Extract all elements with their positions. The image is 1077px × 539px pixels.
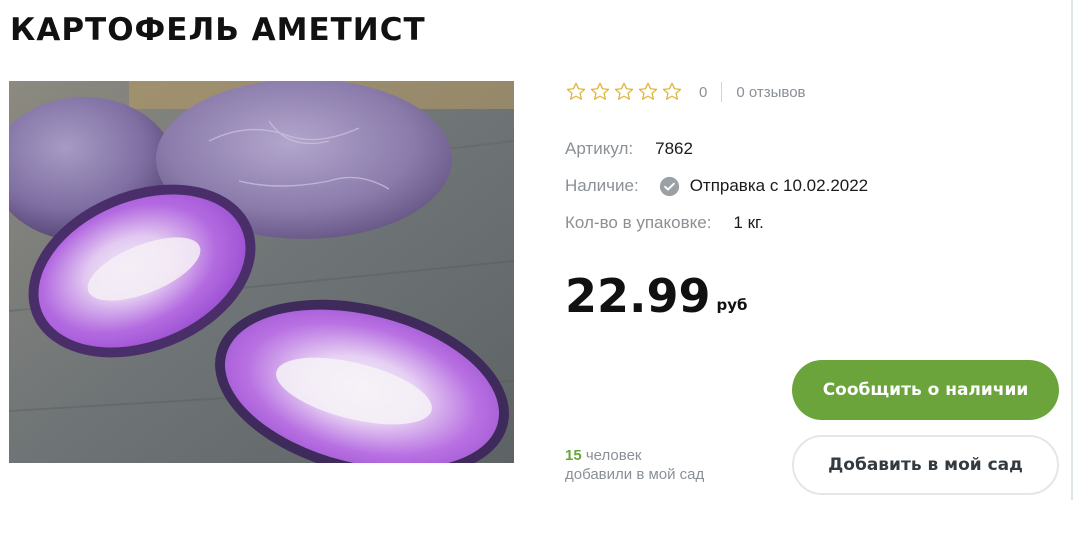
product-image[interactable]	[9, 81, 514, 463]
pack-row: Кол-во в упаковке: 1 кг.	[565, 211, 764, 235]
price-value: 22.99	[565, 269, 711, 323]
stock-label: Наличие:	[565, 176, 639, 195]
pack-value: 1 кг.	[733, 213, 764, 232]
product-page: КАРТОФЕЛЬ АМЕТИСТ 0 0 отзывов Артикул: 7…	[0, 0, 1077, 539]
reviews-link[interactable]: 0 отзывов	[736, 84, 805, 101]
scrollbar-edge	[1071, 0, 1073, 500]
sku-label: Артикул:	[565, 139, 634, 158]
stock-row: Наличие: Отправка с 10.02.2022	[565, 174, 868, 198]
star-outline-icon[interactable]	[613, 81, 635, 103]
rating-divider	[721, 82, 723, 102]
price-currency: руб	[716, 296, 748, 314]
pack-label: Кол-во в упаковке:	[565, 213, 712, 232]
sku-value: 7862	[655, 139, 693, 158]
star-rating[interactable]	[565, 81, 683, 103]
check-circle-icon	[659, 176, 679, 196]
garden-count-suffix: человек	[581, 447, 642, 464]
star-outline-icon[interactable]	[661, 81, 683, 103]
star-outline-icon[interactable]	[589, 81, 611, 103]
garden-count-caption: добавили в мой сад	[565, 466, 705, 483]
notify-availability-button[interactable]: Сообщить о наличии	[792, 360, 1059, 420]
product-title: КАРТОФЕЛЬ АМЕТИСТ	[10, 12, 426, 48]
rating-count: 0	[699, 83, 708, 101]
price-block: 22.99 руб	[565, 268, 748, 324]
stock-value: Отправка с 10.02.2022	[689, 176, 869, 195]
star-outline-icon[interactable]	[637, 81, 659, 103]
star-outline-icon[interactable]	[565, 81, 587, 103]
sku-row: Артикул: 7862	[565, 137, 693, 161]
add-to-garden-button[interactable]: Добавить в мой сад	[792, 435, 1059, 495]
garden-counter: 15 человек добавили в мой сад	[565, 446, 704, 484]
garden-count: 15	[565, 447, 582, 464]
potato-photo-illustration	[9, 81, 514, 463]
rating-row: 0 0 отзывов	[565, 80, 806, 104]
